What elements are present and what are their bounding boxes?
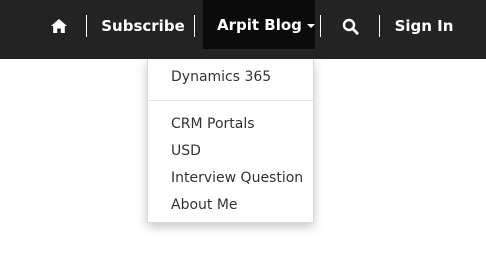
sign-in-link[interactable]: Sign In [393,0,455,52]
nav-divider [86,15,87,37]
nav-divider [320,15,321,37]
dropdown-item-crm-portals[interactable]: CRM Portals [171,115,255,133]
nav-divider [379,15,380,37]
subscribe-label: Subscribe [101,17,185,35]
subscribe-link[interactable]: Subscribe [101,0,185,52]
blog-dropdown-menu: Dynamics 365 CRM Portals USD Interview Q… [147,59,314,223]
dropdown-item-usd[interactable]: USD [171,142,201,160]
blog-label: Arpit Blog [217,15,302,34]
dropdown-item-about-me[interactable]: About Me [171,196,238,214]
nav-divider [194,15,195,37]
top-navbar: Subscribe Arpit Blog Sign In [0,0,486,59]
dropdown-item-dynamics-365[interactable]: Dynamics 365 [171,68,271,86]
sign-in-label: Sign In [394,17,454,35]
caret-down-icon [306,23,315,28]
search-icon [342,18,359,35]
dropdown-divider [148,100,313,101]
blog-dropdown-toggle[interactable]: Arpit Blog [203,0,315,49]
search-button[interactable] [335,0,365,52]
home-link[interactable] [44,0,74,52]
dropdown-item-interview-question[interactable]: Interview Question [171,169,303,187]
home-icon [51,19,67,33]
